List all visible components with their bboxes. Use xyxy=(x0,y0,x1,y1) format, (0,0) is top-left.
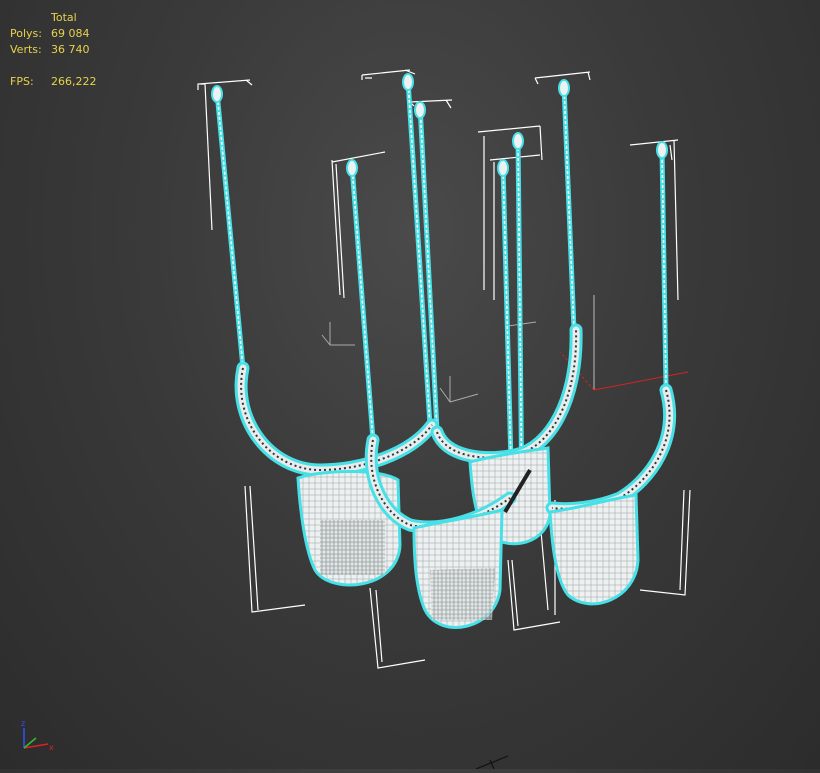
cap-2 xyxy=(402,73,414,91)
stats-verts-row: Verts: 36 740 xyxy=(10,42,97,58)
bracket-2-bottom xyxy=(369,587,426,669)
bracket-1-bottom xyxy=(244,485,306,613)
cap-4 xyxy=(346,159,358,177)
polys-label: Polys: xyxy=(10,27,42,40)
verts-value: 36 740 xyxy=(51,43,90,56)
fps-label: FPS: xyxy=(10,75,34,88)
scene-svg[interactable]: z x xyxy=(0,0,820,770)
axis-z-label: z xyxy=(21,719,25,728)
verts-label: Verts: xyxy=(10,43,42,56)
cap-3 xyxy=(414,101,426,119)
pivot-gizmo-selected-x xyxy=(593,371,689,391)
grid-origin-mark xyxy=(475,755,509,770)
pendant-lamp-4[interactable] xyxy=(545,383,677,606)
bracket-8-top xyxy=(629,139,679,301)
bracket-7-top xyxy=(489,154,541,300)
viewport-statistics: Total Polys: 69 084 Verts: 36 740 FPS: 2… xyxy=(10,10,97,90)
cap-8 xyxy=(656,141,668,159)
pivot-gizmo-2 xyxy=(439,376,479,403)
polys-value: 69 084 xyxy=(51,27,90,40)
bracket-3-bottom xyxy=(507,559,561,631)
fps-value: 266,222 xyxy=(51,75,97,88)
cap-5 xyxy=(558,79,570,97)
viewport-3d[interactable]: z x xyxy=(0,0,820,770)
axis-x-label: x xyxy=(49,743,54,752)
cap-7 xyxy=(497,159,509,177)
bracket-6-top xyxy=(477,125,543,290)
lamp-4-shade xyxy=(548,493,640,606)
stats-polys-row: Polys: 69 084 xyxy=(10,26,97,42)
ceiling-caps xyxy=(211,73,668,177)
stats-header: Total xyxy=(51,11,77,24)
bracket-4-bottom xyxy=(639,489,691,596)
pendant-lamp-1[interactable] xyxy=(234,361,439,587)
pivot-gizmo-1 xyxy=(321,322,355,346)
cap-6 xyxy=(512,132,524,150)
cap-1 xyxy=(211,85,223,103)
axis-tripod: z x xyxy=(21,719,54,752)
stats-fps-row: FPS: 266,222 xyxy=(10,74,97,90)
